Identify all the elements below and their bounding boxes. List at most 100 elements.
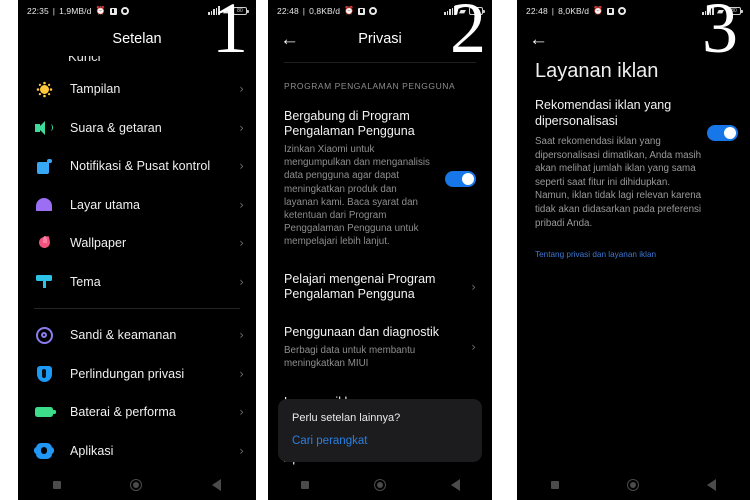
- setting-title: Pelajari mengenai Program Pengalaman Pen…: [284, 271, 436, 301]
- alarm-clock-icon: ⏰: [95, 6, 106, 15]
- status-bar-right-2: ▰ 80: [444, 5, 485, 16]
- gear-icon: [618, 7, 627, 15]
- page-title-1: Setelan: [112, 31, 162, 47]
- speaker-icon: [34, 118, 54, 138]
- privacy-ads-link[interactable]: Tentang privasi dan layanan iklan: [535, 250, 732, 259]
- title-bar-3: ←: [517, 22, 750, 56]
- settings-list-group-1: Tampilan › Suara & getaran › Notifikasi …: [18, 70, 256, 301]
- brightness-sun-icon: [34, 79, 54, 99]
- battery-icon: 80: [727, 7, 743, 15]
- gear-icon: [369, 7, 378, 15]
- wifi-icon: ▰: [458, 5, 466, 16]
- status-datarate: 0,8KB/d: [309, 6, 341, 16]
- status-bar-2: 22:48 | 0,8KB/d ⏰ ▰ 80: [268, 0, 492, 22]
- setting-text-block: Pelajari mengenai Program Pengalaman Pen…: [284, 272, 471, 302]
- sidebar-item-notifikasi[interactable]: Notifikasi & Pusat kontrol ›: [18, 147, 256, 186]
- sidebar-item-tema[interactable]: Tema ›: [18, 263, 256, 302]
- sidebar-item-baterai-performa[interactable]: Baterai & performa ›: [18, 393, 256, 432]
- home-screen-icon: [34, 195, 54, 215]
- page-title-3: Layanan iklan: [535, 60, 659, 82]
- status-bar-left-1: 22:35 | 1,9MB/d ⏰: [27, 6, 129, 16]
- status-bar-left-3: 22:48 | 8,0KB/d ⏰: [526, 6, 627, 16]
- bottom-sheet-more-settings: Perlu setelan lainnya? Cari perangkat: [278, 399, 482, 462]
- list-item-label: Layar utama: [70, 197, 141, 212]
- clipped-list-item[interactable]: Kunci: [18, 56, 256, 70]
- navigation-bar-1: [18, 470, 256, 500]
- setting-description: Berbagi data untuk membantu meningkatkan…: [284, 344, 416, 369]
- sidebar-item-wallpaper[interactable]: Wallpaper ›: [18, 224, 256, 263]
- chevron-right-icon: ›: [471, 279, 476, 294]
- vpn-icon: [109, 7, 117, 15]
- battery-icon: 80: [469, 7, 485, 15]
- ads-setting-description: Saat rekomendasi iklan yang dipersonalis…: [535, 136, 702, 229]
- chevron-right-icon: ›: [471, 340, 476, 355]
- theme-brush-icon: [34, 272, 54, 292]
- chevron-right-icon: ›: [239, 82, 244, 97]
- status-separator: |: [52, 6, 56, 16]
- recents-square-icon[interactable]: [551, 481, 559, 489]
- signal-bars-icon: [208, 6, 220, 15]
- home-circle-icon[interactable]: [627, 479, 639, 491]
- clipped-list-item-label: Kunci: [68, 56, 101, 64]
- status-datarate: 8,0KB/d: [558, 6, 590, 16]
- chevron-right-icon: ›: [239, 236, 244, 251]
- setting-title: Penggunaan dan diagnostik: [284, 324, 439, 339]
- sidebar-item-sandi-keamanan[interactable]: Sandi & keamanan ›: [18, 316, 256, 355]
- back-arrow-icon[interactable]: ←: [280, 30, 299, 49]
- wifi-icon: ▰: [222, 5, 230, 16]
- sidebar-item-perlindungan-privasi[interactable]: Perlindungan privasi ›: [18, 355, 256, 394]
- status-time: 22:48: [526, 6, 548, 16]
- back-triangle-icon[interactable]: [707, 479, 716, 491]
- home-circle-icon[interactable]: [373, 479, 386, 491]
- setting-bergabung-program[interactable]: Bergabung di Program Pengalaman Pengguna…: [268, 100, 492, 258]
- vpn-icon: [358, 7, 366, 15]
- chevron-right-icon: ›: [239, 328, 244, 343]
- flower-wallpaper-icon: [34, 233, 54, 253]
- chevron-right-icon: ›: [239, 366, 244, 381]
- list-item-label: Tema: [70, 274, 101, 289]
- list-item-label: Sandi & keamanan: [70, 328, 177, 343]
- gear-apps-icon: [34, 441, 54, 461]
- list-item-label: Wallpaper: [70, 236, 127, 251]
- chevron-right-icon: ›: [239, 120, 244, 135]
- toggle-personalized-ads[interactable]: [707, 125, 738, 141]
- list-item-label: Perlindungan privasi: [70, 366, 185, 381]
- status-bar-3: 22:48 | 8,0KB/d ⏰ ▰ 80: [517, 0, 750, 22]
- list-item-label: Suara & getaran: [70, 120, 162, 135]
- chevron-right-icon: ›: [239, 443, 244, 458]
- back-triangle-icon[interactable]: [212, 479, 222, 491]
- vpn-icon: [607, 7, 615, 15]
- chevron-right-icon: ›: [239, 405, 244, 420]
- header-divider: [284, 62, 476, 63]
- setting-pelajari-program[interactable]: Pelajari mengenai Program Pengalaman Pen…: [268, 258, 492, 311]
- page-title-2: Privasi: [358, 31, 402, 47]
- navigation-bar-2: [268, 470, 492, 500]
- status-bar-right-1: ▰ 80: [208, 5, 249, 16]
- list-item-label: Aplikasi: [70, 443, 114, 458]
- recents-square-icon[interactable]: [52, 481, 61, 489]
- chevron-right-icon: ›: [239, 197, 244, 212]
- status-bar-1: 22:35 | 1,9MB/d ⏰ ▰ 80: [18, 0, 256, 22]
- back-arrow-icon[interactable]: ←: [529, 30, 548, 49]
- status-time: 22:35: [27, 6, 49, 16]
- sidebar-item-layar-utama[interactable]: Layar utama ›: [18, 186, 256, 225]
- home-circle-icon[interactable]: [130, 479, 143, 491]
- back-triangle-icon[interactable]: [450, 479, 460, 491]
- ads-setting-row[interactable]: Rekomendasi iklan yang dipersonalisasi S…: [535, 97, 738, 230]
- sidebar-item-suara-getaran[interactable]: Suara & getaran ›: [18, 109, 256, 148]
- recents-square-icon[interactable]: [300, 481, 309, 489]
- signal-bars-icon: [444, 6, 456, 15]
- setting-penggunaan-diagnostik[interactable]: Penggunaan dan diagnostik Berbagi data u…: [268, 311, 492, 379]
- find-device-link[interactable]: Cari perangkat: [292, 435, 468, 447]
- phone-screen-1: 22:35 | 1,9MB/d ⏰ ▰ 80 Setelan Kunci Tam…: [18, 0, 256, 500]
- wifi-icon: ▰: [716, 5, 724, 16]
- ads-setting-title: Rekomendasi iklan yang dipersonalisasi: [535, 98, 672, 128]
- section-header-program-pengalaman: PROGRAM PENGALAMAN PENGGUNA: [284, 81, 456, 91]
- status-separator: |: [551, 6, 555, 16]
- title-bar-2: ← Privasi: [268, 22, 492, 56]
- alarm-clock-icon: ⏰: [344, 6, 355, 15]
- toggle-bergabung-program[interactable]: [445, 170, 476, 187]
- sidebar-item-tampilan[interactable]: Tampilan ›: [18, 70, 256, 109]
- battery-icon: [34, 402, 56, 422]
- sidebar-item-aplikasi[interactable]: Aplikasi ›: [18, 432, 256, 471]
